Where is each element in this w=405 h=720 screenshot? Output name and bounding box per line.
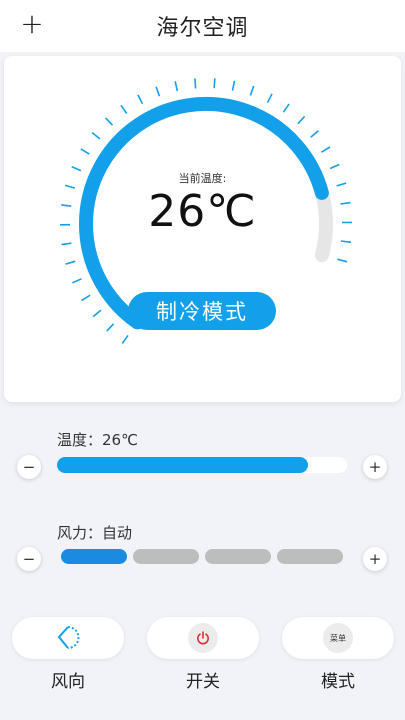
power-icon: [197, 631, 209, 645]
gauge-tick: [282, 103, 290, 113]
temperature-label: 温度：26℃: [57, 431, 138, 449]
temperature-slider-fill: [57, 457, 308, 473]
fan-minus-button[interactable]: −: [17, 547, 41, 571]
current-temp-value: 26℃: [148, 186, 257, 237]
gauge-tick: [92, 309, 102, 318]
app-header: + 海尔空调: [0, 0, 405, 52]
temperature-plus-button[interactable]: +: [363, 455, 387, 479]
wind-direction-button[interactable]: [12, 617, 124, 659]
power-label: 开关: [186, 672, 220, 692]
power-icon-wrap: [188, 623, 218, 653]
gauge-tick: [266, 93, 273, 104]
gauge-tick: [329, 163, 340, 170]
fan-speed-segment[interactable]: [205, 549, 271, 564]
gauge-tick: [174, 81, 179, 92]
gauge-tick: [61, 242, 72, 246]
gauge-tick: [72, 278, 82, 284]
cooling-mode-button[interactable]: 制冷模式: [128, 292, 276, 330]
gauge-tick: [106, 323, 115, 332]
gauge-tick: [65, 260, 76, 265]
gauge-tick: [120, 104, 128, 114]
wind-direction-icon: [57, 626, 80, 649]
gauge-tick: [137, 94, 144, 105]
mode-button[interactable]: 菜单: [282, 617, 394, 659]
gauge-tick: [310, 130, 319, 138]
gauge-tick: [231, 80, 236, 91]
gauge-tick: [121, 334, 129, 345]
temperature-slider[interactable]: [57, 457, 347, 473]
fan-speed-segment[interactable]: [133, 549, 199, 564]
gauge-tick: [213, 78, 216, 89]
mode-label: 模式: [321, 672, 355, 692]
gauge-tick: [337, 258, 348, 263]
power-button[interactable]: [147, 617, 259, 659]
fan-speed-label: 风力：自动: [57, 524, 133, 542]
fan-speed-segment[interactable]: [61, 549, 127, 564]
temperature-card: 当前温度: 26℃ 制冷模式: [4, 56, 401, 402]
gauge-tick: [91, 131, 101, 140]
gauge-tick: [81, 294, 91, 302]
gauge-tick: [297, 115, 306, 125]
gauge-tick: [321, 146, 331, 153]
menu-icon: 菜单: [323, 623, 353, 653]
temperature-minus-button[interactable]: −: [17, 455, 41, 479]
gauge-tick: [249, 85, 255, 96]
fan-plus-button[interactable]: +: [363, 547, 387, 571]
gauge-tick: [80, 148, 90, 155]
wind-direction-label: 风向: [51, 672, 85, 692]
gauge-tick: [155, 86, 161, 97]
gauge-tick: [194, 78, 197, 89]
page-title: 海尔空调: [156, 16, 249, 41]
gauge-tick: [340, 240, 352, 244]
gauge-tick: [105, 117, 114, 126]
fan-speed-segment[interactable]: [277, 549, 343, 564]
current-temp-label: 当前温度:: [178, 172, 227, 185]
